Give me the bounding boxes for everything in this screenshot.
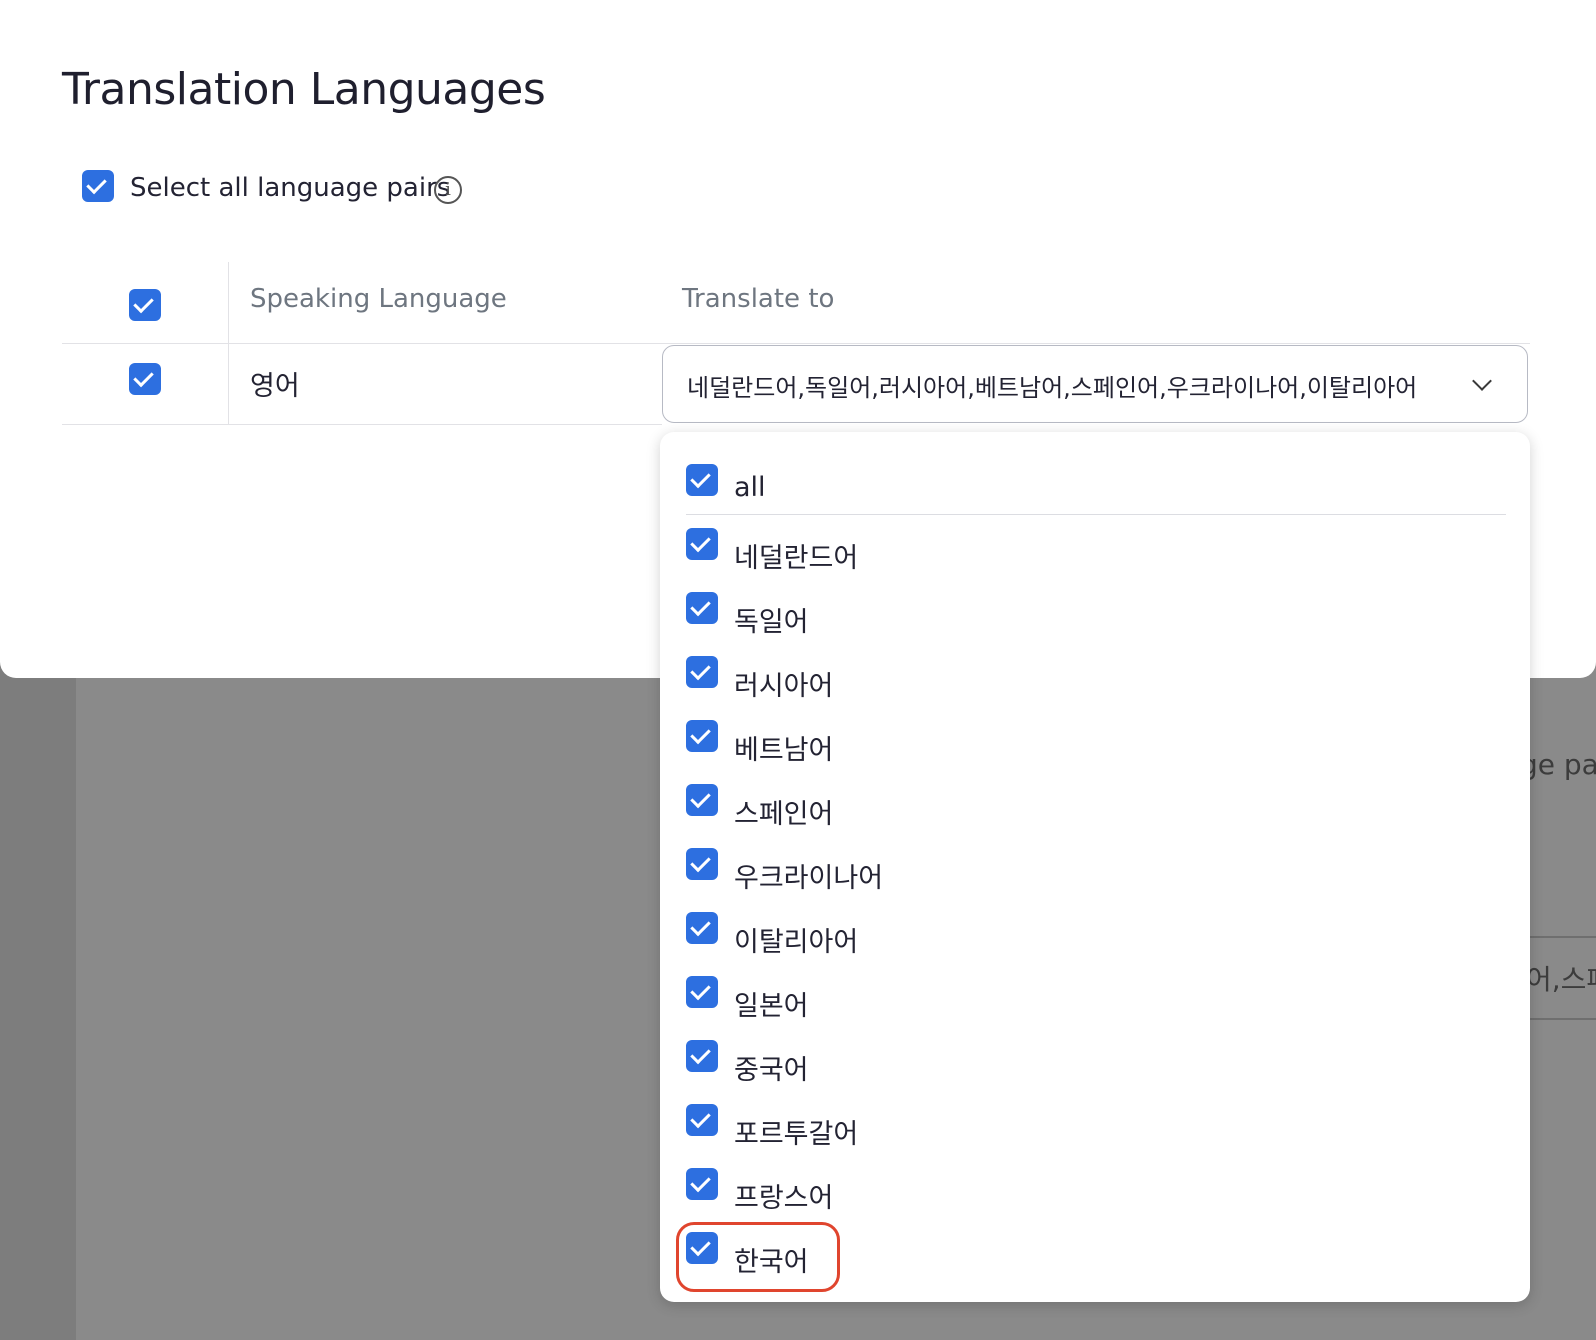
option-checkbox[interactable] [686,1040,718,1072]
select-all-label[interactable]: Select all language pairs [130,173,450,203]
chevron-down-icon[interactable] [1472,371,1492,391]
option-checkbox[interactable] [686,1104,718,1136]
option-item[interactable]: 이탈리아어 [660,912,1530,976]
option-label: 러시아어 [734,671,834,702]
option-label: 포르투갈어 [734,1119,859,1150]
option-label: 베트남어 [734,735,834,766]
option-item[interactable]: 일본어 [660,976,1530,1040]
background-partial-text: ge pai [1520,748,1596,781]
option-label: 독일어 [734,607,809,638]
select-all-checkbox[interactable] [82,170,114,202]
option-item[interactable]: 독일어 [660,592,1530,656]
option-item[interactable]: 네덜란드어 [660,528,1530,592]
option-label: 우크라이나어 [734,863,884,894]
translate-to-value: 네덜란드어,독일어,러시아어,베트남어,스페인어,우크라이나어,이탈리아어 [687,374,1418,402]
speaking-language-cell: 영어 [250,371,300,402]
table-divider [62,424,662,425]
dialog-title: Translation Languages [62,64,546,115]
option-label: 스페인어 [734,799,834,830]
option-label: 일본어 [734,991,809,1022]
background-partial-text: 어,스페 [1526,963,1596,996]
highlight-annotation [676,1222,840,1292]
row-checkbox[interactable] [129,363,161,395]
option-checkbox[interactable] [686,1168,718,1200]
option-checkbox[interactable] [686,464,718,496]
option-checkbox[interactable] [686,784,718,816]
menu-divider [686,514,1506,515]
option-item[interactable]: 스페인어 [660,784,1530,848]
translate-to-options-menu: all 네덜란드어 독일어 러시아어 베트남어 스페인어 우크라이나어 이탈리아… [660,432,1530,1302]
option-checkbox[interactable] [686,848,718,880]
option-label: all [734,472,766,503]
option-label: 이탈리아어 [734,927,859,958]
option-checkbox[interactable] [686,912,718,944]
option-all[interactable]: all [660,464,1530,528]
option-item[interactable]: 중국어 [660,1040,1530,1104]
option-checkbox[interactable] [686,720,718,752]
option-label: 중국어 [734,1055,809,1086]
translate-to-dropdown[interactable]: 네덜란드어,독일어,러시아어,베트남어,스페인어,우크라이나어,이탈리아어 [662,345,1528,423]
speaking-language-header: Speaking Language [250,284,507,314]
translate-to-header: Translate to [682,284,835,314]
background-divider [1526,936,1596,938]
option-item[interactable]: 베트남어 [660,720,1530,784]
option-checkbox[interactable] [686,528,718,560]
option-checkbox[interactable] [686,656,718,688]
option-checkbox[interactable] [686,976,718,1008]
option-label: 네덜란드어 [734,543,859,574]
option-item[interactable]: 우크라이나어 [660,848,1530,912]
table-divider [62,343,1530,344]
option-checkbox[interactable] [686,592,718,624]
option-item[interactable]: 포르투갈어 [660,1104,1530,1168]
header-select-checkbox[interactable] [129,289,161,321]
option-item[interactable]: 러시아어 [660,656,1530,720]
option-label: 프랑스어 [734,1183,834,1214]
info-icon[interactable]: i [434,176,462,204]
background-divider [1526,1018,1596,1020]
